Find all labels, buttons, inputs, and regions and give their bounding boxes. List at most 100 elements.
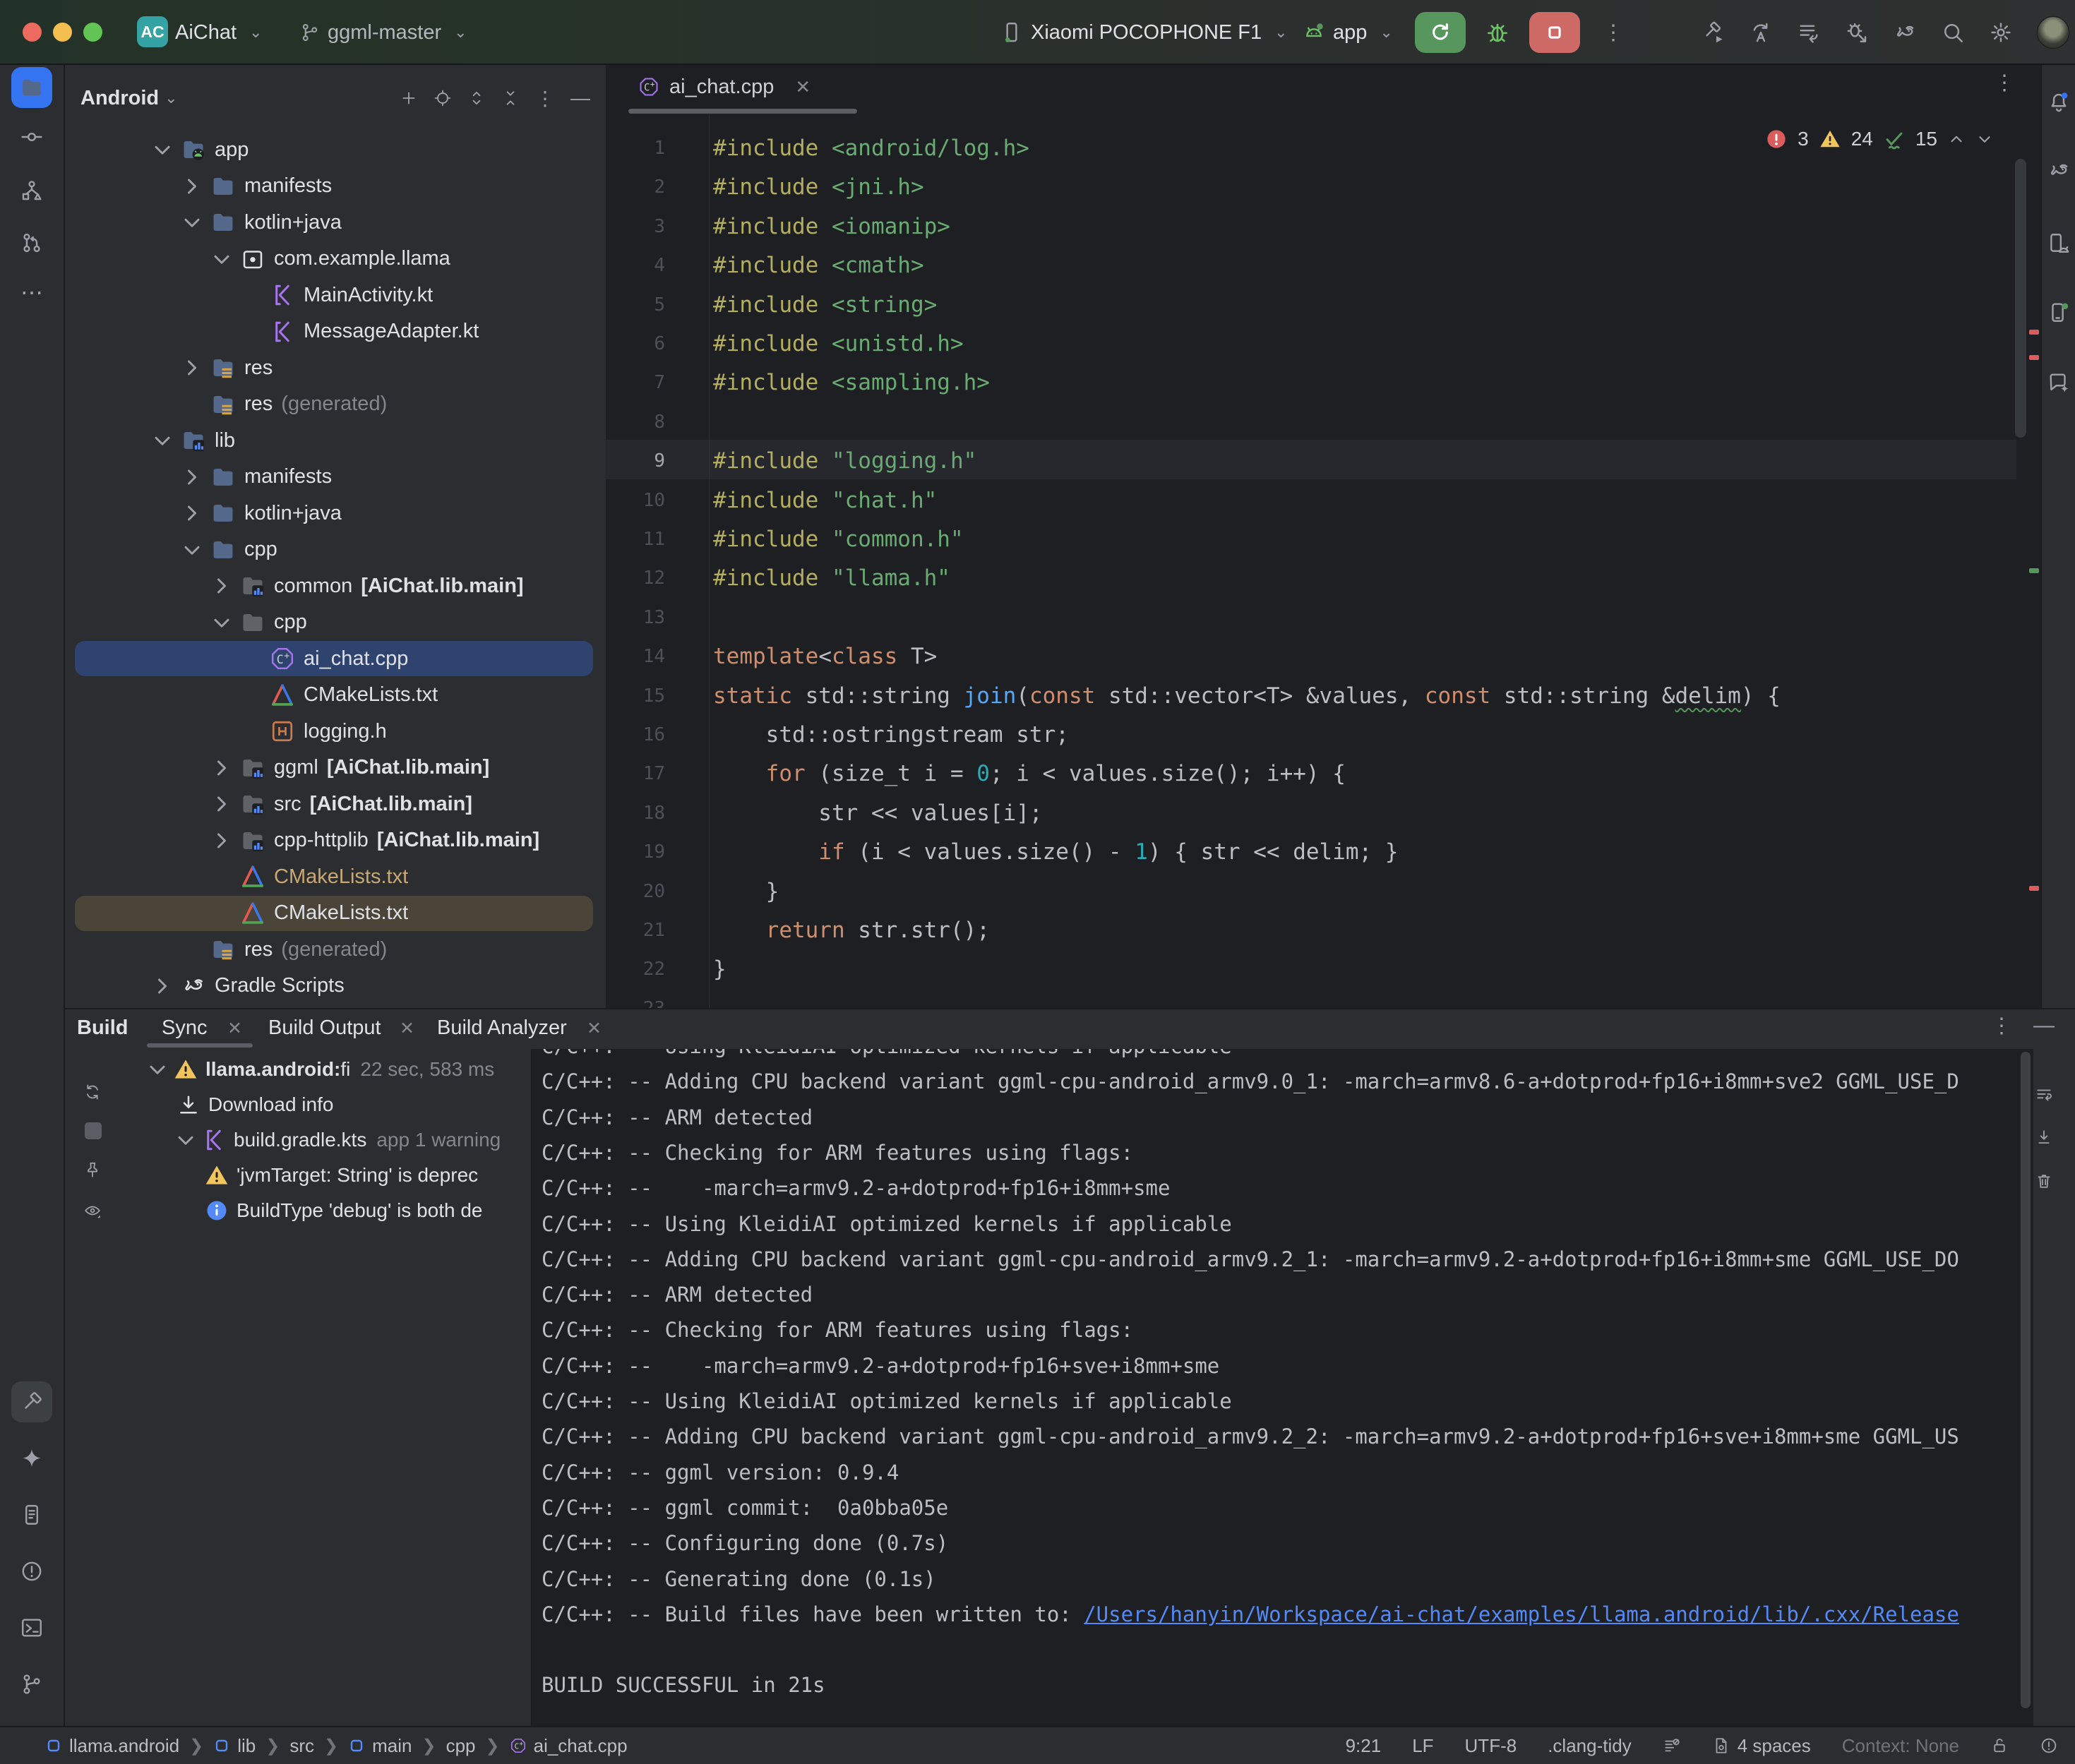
context-indicator[interactable]: Context: None <box>1842 1735 1959 1757</box>
line-number[interactable]: 14 <box>606 646 665 667</box>
line-number[interactable]: 13 <box>606 607 665 628</box>
collapse-all-icon[interactable] <box>501 89 520 107</box>
avatar[interactable] <box>2037 16 2069 49</box>
tree-item-cpp[interactable]: cpp <box>65 604 606 641</box>
chevron-down-icon[interactable] <box>179 537 205 563</box>
tree-item-kotlin-java[interactable]: kotlin+java <box>65 495 606 532</box>
line-ending[interactable]: LF <box>1412 1735 1433 1757</box>
tree-item-cpp-httplib[interactable]: cpp-httplib[AiChat.lib.main] <box>65 822 606 859</box>
project-view-selector[interactable]: Android <box>80 87 159 110</box>
gemini-chat-tool-button[interactable] <box>2047 371 2071 395</box>
chevron-down-icon[interactable] <box>209 246 234 272</box>
line-number[interactable]: 10 <box>606 490 665 511</box>
chevron-down-icon[interactable] <box>145 1057 170 1082</box>
close-tab-icon[interactable]: ✕ <box>227 1018 242 1039</box>
breadcrumb-main[interactable]: main <box>348 1735 412 1757</box>
problems-status-icon[interactable] <box>2040 1736 2058 1755</box>
build-tab-build-analyzer[interactable]: Build Analyzer <box>437 1016 567 1040</box>
tree-item-cmakelists-txt[interactable]: CMakeLists.txt <box>65 858 606 895</box>
line-number[interactable]: 1 <box>606 138 665 159</box>
chevron-right-icon[interactable] <box>179 464 205 490</box>
notifications-bell-icon[interactable] <box>2047 90 2071 114</box>
close-tab-icon[interactable]: ✕ <box>400 1018 414 1039</box>
tree-item-manifests[interactable]: manifests <box>65 459 606 496</box>
attach-debugger-icon[interactable] <box>1845 20 1869 44</box>
tree-item-res[interactable]: res(generated) <box>65 386 606 423</box>
line-number[interactable]: 4 <box>606 255 665 276</box>
next-problem-icon[interactable] <box>1975 130 1994 148</box>
inspection-widget[interactable]: 3 24 15 <box>1765 123 1994 155</box>
linter-status[interactable]: .clang-tidy <box>1548 1735 1632 1757</box>
pin-icon[interactable] <box>83 1160 102 1179</box>
line-number[interactable]: 18 <box>606 803 665 824</box>
line-number[interactable]: 16 <box>606 724 665 745</box>
terminal-tool-button[interactable] <box>20 1616 44 1640</box>
apply-code-changes-icon[interactable] <box>1797 20 1821 44</box>
problems-tool-button[interactable] <box>20 1559 44 1583</box>
clear-console-icon[interactable] <box>2035 1172 2053 1190</box>
breadcrumb-ai-chat-cpp[interactable]: C+ai_chat.cpp <box>510 1735 628 1757</box>
tree-item-app[interactable]: app <box>65 131 606 168</box>
chevron-right-icon[interactable] <box>209 828 234 853</box>
search-everywhere-icon[interactable] <box>1941 20 1965 44</box>
chevron-down-icon[interactable] <box>150 137 175 162</box>
settings-gear-icon[interactable] <box>1989 20 2013 44</box>
build-project-icon[interactable] <box>1701 20 1725 44</box>
chevron-down-icon[interactable] <box>179 210 205 235</box>
build-tree-item[interactable]: Download info <box>173 1087 333 1122</box>
breadcrumb-cpp[interactable]: cpp <box>446 1735 476 1757</box>
build-tree-item[interactable]: BuildType 'debug' is both de <box>201 1193 483 1228</box>
build-output-path-link[interactable]: /Users/hanyin/Workspace/ai-chat/examples… <box>1084 1602 1959 1626</box>
line-number[interactable]: 3 <box>606 216 665 237</box>
running-devices-tool-button[interactable] <box>2047 300 2071 324</box>
tree-item-res[interactable]: res(generated) <box>65 931 606 968</box>
build-tree-item[interactable]: llama.android: fi22 sec, 583 ms <box>145 1052 494 1087</box>
add-icon[interactable] <box>400 89 418 107</box>
stop-button[interactable] <box>1529 12 1580 53</box>
gemini-tool-button[interactable] <box>20 1446 44 1470</box>
gradle-tool-button[interactable] <box>2047 159 2071 183</box>
close-tab-icon[interactable]: ✕ <box>587 1018 602 1039</box>
prev-problem-icon[interactable] <box>1947 130 1966 148</box>
line-number[interactable]: 9 <box>606 450 665 472</box>
maximize-window-button[interactable] <box>83 23 102 42</box>
hide-panel-icon[interactable]: — <box>570 87 590 109</box>
tree-item-gradle-scripts[interactable]: Gradle Scripts <box>65 968 606 1004</box>
tab-ai-chat-cpp[interactable]: C+ ai_chat.cpp ✕ <box>606 76 811 99</box>
chevron-down-icon[interactable] <box>173 1127 198 1153</box>
editor-options-icon[interactable]: ⋮ <box>1994 71 2015 95</box>
line-number[interactable]: 17 <box>606 763 665 784</box>
file-encoding[interactable]: UTF-8 <box>1465 1735 1517 1757</box>
pull-requests-tool-button[interactable] <box>20 231 44 255</box>
scroll-to-end-icon[interactable] <box>2035 1128 2053 1146</box>
tree-item-src[interactable]: src[AiChat.lib.main] <box>65 786 606 822</box>
line-number[interactable]: 22 <box>606 959 665 980</box>
chevron-right-icon[interactable] <box>179 174 205 199</box>
caret-position[interactable]: 9:21 <box>1346 1735 1382 1757</box>
soft-wrap-icon[interactable] <box>2035 1086 2053 1104</box>
build-tab-build-output[interactable]: Build Output <box>268 1016 381 1040</box>
filter-eye-icon[interactable] <box>83 1201 102 1220</box>
locate-file-icon[interactable] <box>433 89 452 107</box>
tree-item-logging-h[interactable]: logging.h <box>65 713 606 750</box>
sync-refresh-icon[interactable] <box>83 1083 102 1101</box>
chevron-down-icon[interactable] <box>150 428 175 453</box>
tree-item-cmakelists-txt[interactable]: CMakeLists.txt <box>65 895 606 932</box>
chevron-right-icon[interactable] <box>209 755 234 781</box>
line-number[interactable]: 21 <box>606 920 665 941</box>
device-manager-tool-button[interactable] <box>2047 232 2071 256</box>
chevron-right-icon[interactable] <box>179 500 205 526</box>
line-number[interactable]: 23 <box>606 998 665 1008</box>
gradle-sync-icon[interactable] <box>1893 20 1917 44</box>
line-number[interactable]: 12 <box>606 568 665 589</box>
close-tab-icon[interactable]: ✕ <box>795 76 811 98</box>
code-style-icon[interactable] <box>1663 1736 1681 1755</box>
expand-all-icon[interactable] <box>467 89 486 107</box>
lock-icon[interactable] <box>1990 1736 2009 1755</box>
hide-build-panel-icon[interactable]: — <box>2033 1014 2055 1038</box>
breadcrumb-src[interactable]: src <box>289 1735 314 1757</box>
tree-item-mainactivity-kt[interactable]: MainActivity.kt <box>65 277 606 313</box>
structure-tool-button[interactable] <box>20 179 44 203</box>
project-tool-button[interactable] <box>11 67 52 108</box>
error-stripe-mark[interactable] <box>2029 355 2039 360</box>
